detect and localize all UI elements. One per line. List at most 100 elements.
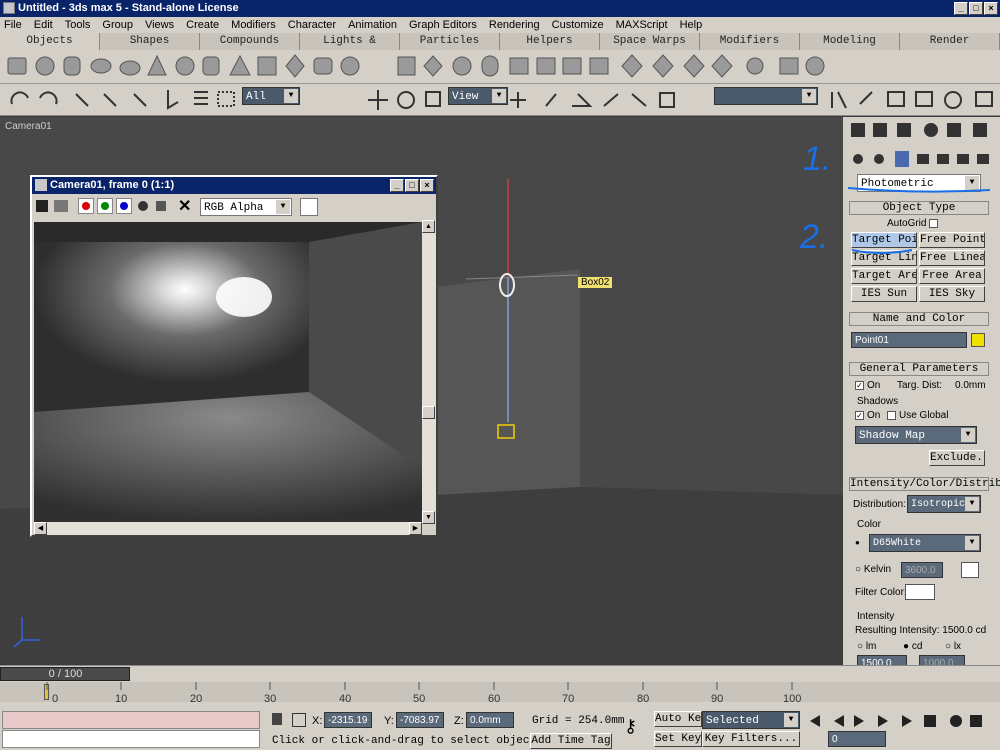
viewport-label[interactable]: Camera01 [5, 121, 52, 132]
menu-customize[interactable]: Customize [552, 19, 604, 31]
scroll-up-icon[interactable]: ▲ [422, 220, 435, 233]
set-key-button[interactable]: Set Key [654, 731, 702, 747]
tab-particles[interactable]: Particles [400, 33, 500, 50]
maximize-button[interactable]: □ [969, 2, 983, 15]
tab-space-warps[interactable]: Space Warps [600, 33, 700, 50]
distribution-dropdown[interactable]: Isotropic ▼ [907, 495, 981, 513]
scroll-left-icon[interactable]: ◀ [34, 522, 47, 535]
menu-maxscript[interactable]: MAXScript [616, 19, 668, 31]
ref-coord-dropdown[interactable]: View ▼ [448, 87, 508, 105]
kelvin-color-swatch[interactable] [961, 562, 979, 578]
y-coord-field[interactable]: -7083.97 [396, 712, 444, 728]
tab-compounds[interactable]: Compounds [200, 33, 300, 50]
key-icon[interactable]: ⚷ [624, 717, 637, 735]
monochrome-icon[interactable] [156, 201, 166, 211]
menu-create[interactable]: Create [186, 19, 219, 31]
render-image [34, 222, 422, 522]
clear-icon[interactable]: ✕ [178, 196, 191, 216]
name-color-rollout[interactable]: Name and Color [849, 312, 989, 326]
scale-icon [425, 91, 441, 107]
tab-modifiers[interactable]: Modifiers [700, 33, 800, 50]
menu-help[interactable]: Help [680, 19, 703, 31]
align-icon [859, 91, 873, 105]
menu-group[interactable]: Group [102, 19, 133, 31]
x-coord-field[interactable]: -2315.19 [324, 712, 372, 728]
ies-sun-button[interactable]: IES Sun [851, 286, 917, 302]
close-button[interactable]: × [984, 2, 998, 15]
intensity-field[interactable]: 1500.0 [857, 655, 907, 665]
unit-lx-radio[interactable]: ○ lx [945, 641, 961, 652]
render-maximize-button[interactable]: □ [405, 179, 419, 192]
tab-helpers[interactable]: Helpers [500, 33, 600, 50]
color-preset-dropdown[interactable]: D65White ▼ [869, 534, 981, 552]
menu-modifiers[interactable]: Modifiers [231, 19, 276, 31]
scroll-down-icon[interactable]: ▼ [422, 511, 435, 524]
chevron-down-icon: ▼ [961, 428, 975, 442]
minimize-button[interactable]: _ [954, 2, 968, 15]
red-channel-button[interactable] [78, 198, 94, 214]
render-vertical-scrollbar[interactable]: ▲ ▼ [422, 220, 436, 524]
general-params-rollout[interactable]: General Parameters [849, 362, 989, 376]
shadows-on-checkbox[interactable]: ✓ On [855, 410, 880, 421]
kelvin-field[interactable]: 3600.0 [901, 562, 943, 578]
color-swatch[interactable] [300, 198, 318, 216]
time-slider[interactable]: 0 / 100 [0, 667, 130, 681]
scroll-right-icon[interactable]: ▶ [409, 522, 422, 535]
maxscript-input[interactable] [2, 730, 260, 748]
current-frame-field[interactable]: 0 [828, 731, 886, 747]
z-coord-field[interactable]: 0.0mm [466, 712, 514, 728]
light-on-checkbox[interactable]: ✓ On [855, 380, 880, 391]
teapot-icon [119, 60, 141, 76]
tab-objects[interactable]: Objects [0, 33, 100, 50]
render-close-button[interactable]: × [420, 179, 434, 192]
menu-file[interactable]: File [4, 19, 22, 31]
menu-rendering[interactable]: Rendering [489, 19, 540, 31]
free-area-button[interactable]: Free Area [919, 268, 985, 284]
render-horizontal-scrollbar[interactable]: ◀ ▶ [34, 522, 422, 535]
intensity-field-2[interactable]: 1000.0 [919, 655, 965, 665]
menu-views[interactable]: Views [145, 19, 174, 31]
exclude-button[interactable]: Exclude... [929, 450, 985, 466]
render-minimize-button[interactable]: _ [390, 179, 404, 192]
menu-character[interactable]: Character [288, 19, 336, 31]
save-icon[interactable] [36, 200, 48, 212]
alpha-channel-icon[interactable] [138, 201, 148, 211]
selection-filter-dropdown[interactable]: All ▼ [242, 87, 300, 105]
tab-shapes[interactable]: Shapes [100, 33, 200, 50]
render-window-icon [35, 179, 47, 191]
blue-channel-button[interactable] [116, 198, 132, 214]
filter-color-swatch[interactable] [905, 584, 935, 600]
unit-lm-radio[interactable]: ○ lm [857, 641, 876, 652]
preset-radio[interactable]: ● [855, 538, 860, 547]
intensity-rollout[interactable]: Intensity/Color/Distribution [849, 477, 1000, 491]
object-name-field[interactable]: Point01 [851, 332, 967, 348]
tab-render[interactable]: Render [900, 33, 1000, 50]
main-toolbar: All ▼ View ▼ ▼ [0, 84, 1000, 116]
object-color-swatch[interactable] [971, 333, 985, 347]
camera-viewport[interactable]: Camera01 Box02 Camera01, frame 0 (1:1) _… [0, 117, 843, 665]
tab-modeling[interactable]: Modeling [800, 33, 900, 50]
menu-graph-editors[interactable]: Graph Editors [409, 19, 477, 31]
use-global-checkbox[interactable]: Use Global [887, 410, 948, 421]
menu-tools[interactable]: Tools [65, 19, 91, 31]
scroll-thumb[interactable] [422, 406, 435, 419]
shadow-type-dropdown[interactable]: Shadow Map ▼ [855, 426, 977, 444]
channel-dropdown[interactable]: RGB Alpha ▼ [200, 198, 292, 216]
target-area-button[interactable]: Target Area [851, 268, 917, 284]
clone-icon[interactable] [54, 200, 68, 212]
unit-cd-radio[interactable]: ● cd [903, 641, 922, 652]
ies-sky-button[interactable]: IES Sky [919, 286, 985, 302]
kelvin-radio[interactable]: ○ Kelvin [855, 564, 891, 575]
green-channel-button[interactable] [97, 198, 113, 214]
named-selection-dropdown[interactable]: ▼ [714, 87, 818, 105]
maxscript-listener[interactable] [2, 711, 260, 729]
key-mode-dropdown[interactable]: Selected ▼ [702, 711, 800, 729]
add-time-tag-button[interactable]: Add Time Tag [530, 733, 612, 749]
menu-animation[interactable]: Animation [348, 19, 397, 31]
lock-icon[interactable] [272, 713, 282, 725]
tab-lights-cameras[interactable]: Lights & Cameras [300, 33, 400, 64]
auto-key-button[interactable]: Auto Key [654, 711, 702, 727]
abs-mode-icon[interactable] [292, 713, 306, 727]
menu-edit[interactable]: Edit [34, 19, 53, 31]
key-filters-button[interactable]: Key Filters... [702, 731, 800, 747]
